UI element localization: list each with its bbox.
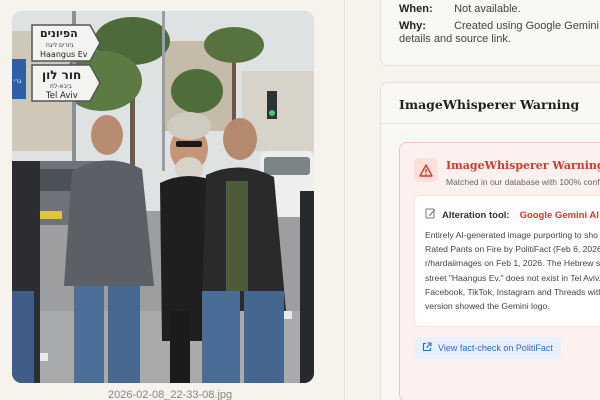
warning-panel: ImageWhisperer Warning ImageWhisperer Wa… bbox=[380, 82, 600, 400]
alteration-description: Entirely AI-generated image purporting t… bbox=[425, 228, 600, 313]
warning-panel-title: ImageWhisperer Warning bbox=[399, 97, 580, 112]
when-label: When: bbox=[399, 3, 433, 15]
svg-text:גרי: גרי bbox=[14, 78, 22, 85]
svg-text:ביבא-לת: ביבא-לת bbox=[50, 83, 72, 90]
street-sign-1: הפיונים גיזרים ליגח Haangus Ev bbox=[31, 24, 101, 62]
svg-text:חור לון: חור לון bbox=[42, 68, 81, 82]
alteration-tool-label: Alteration tool: bbox=[442, 209, 510, 221]
external-link-icon bbox=[422, 342, 432, 354]
description-line: version showed the Gemini logo. bbox=[425, 301, 550, 312]
why-value-continued: details and source link. bbox=[399, 33, 511, 45]
provenance-info-card: When: Not available. Why: Created using … bbox=[380, 0, 600, 66]
when-value: Not available. bbox=[454, 3, 521, 15]
why-row: Why: Created using Google Gemini AI. See… bbox=[399, 20, 600, 32]
warning-triangle-icon bbox=[414, 158, 438, 182]
svg-text:גיזרים ליגח: גיזרים ליגח bbox=[46, 42, 74, 49]
description-line: Entirely AI-generated image purporting t… bbox=[425, 230, 598, 240]
alteration-tool-header: Alteration tool: Google Gemini AI bbox=[425, 206, 599, 224]
street-scene-image: הפיונים גיזרים ליגח Haangus Ev חור לון ב… bbox=[12, 11, 314, 383]
description-line: r/hardaiimages on Feb 1, 2026. The Hebre… bbox=[425, 258, 600, 269]
description-line: street "Haangus Ev." does not exist in T… bbox=[425, 272, 600, 283]
svg-text:Haangus Ev: Haangus Ev bbox=[40, 50, 88, 59]
when-row: When: Not available. bbox=[399, 3, 521, 15]
page: הפיונים גיזרים ליגח Haangus Ev חור לון ב… bbox=[0, 0, 600, 400]
description-line: Facebook, TikTok, Instagram and Threads … bbox=[425, 286, 600, 297]
why-label: Why: bbox=[399, 20, 426, 32]
alert-box: ImageWhisperer Warning Matched in our da… bbox=[399, 142, 600, 400]
column-divider bbox=[344, 0, 345, 400]
svg-text:הפיונים: הפיונים bbox=[40, 27, 78, 40]
why-value: Created using Google Gemini AI. See th bbox=[454, 20, 600, 32]
svg-text:Tel Aviv: Tel Aviv bbox=[45, 91, 78, 101]
view-fact-check-label: View fact-check on PolitiFact bbox=[438, 343, 553, 353]
photo-filename: 2026-02-08_22-33-08.jpg bbox=[108, 389, 233, 400]
street-sign-2: חור לון ביבא-לת Tel Aviv bbox=[31, 64, 101, 102]
edit-icon bbox=[425, 206, 436, 224]
alert-title: ImageWhisperer Warning bbox=[446, 159, 600, 172]
uploaded-photo[interactable]: הפיונים גיזרים ליגח Haangus Ev חור לון ב… bbox=[12, 11, 314, 383]
warning-panel-separator bbox=[381, 123, 600, 124]
view-fact-check-button[interactable]: View fact-check on PolitiFact bbox=[414, 337, 561, 359]
alteration-tool-card: Alteration tool: Google Gemini AI Entire… bbox=[414, 195, 600, 327]
description-line: Rated Pants on Fire by PolitiFact (Feb 6… bbox=[425, 244, 600, 255]
street-sign-3: גרי bbox=[12, 59, 26, 99]
alert-subtitle: Matched in our database with 100% confid… bbox=[446, 177, 600, 187]
alteration-tool-value: Google Gemini AI bbox=[519, 209, 599, 221]
